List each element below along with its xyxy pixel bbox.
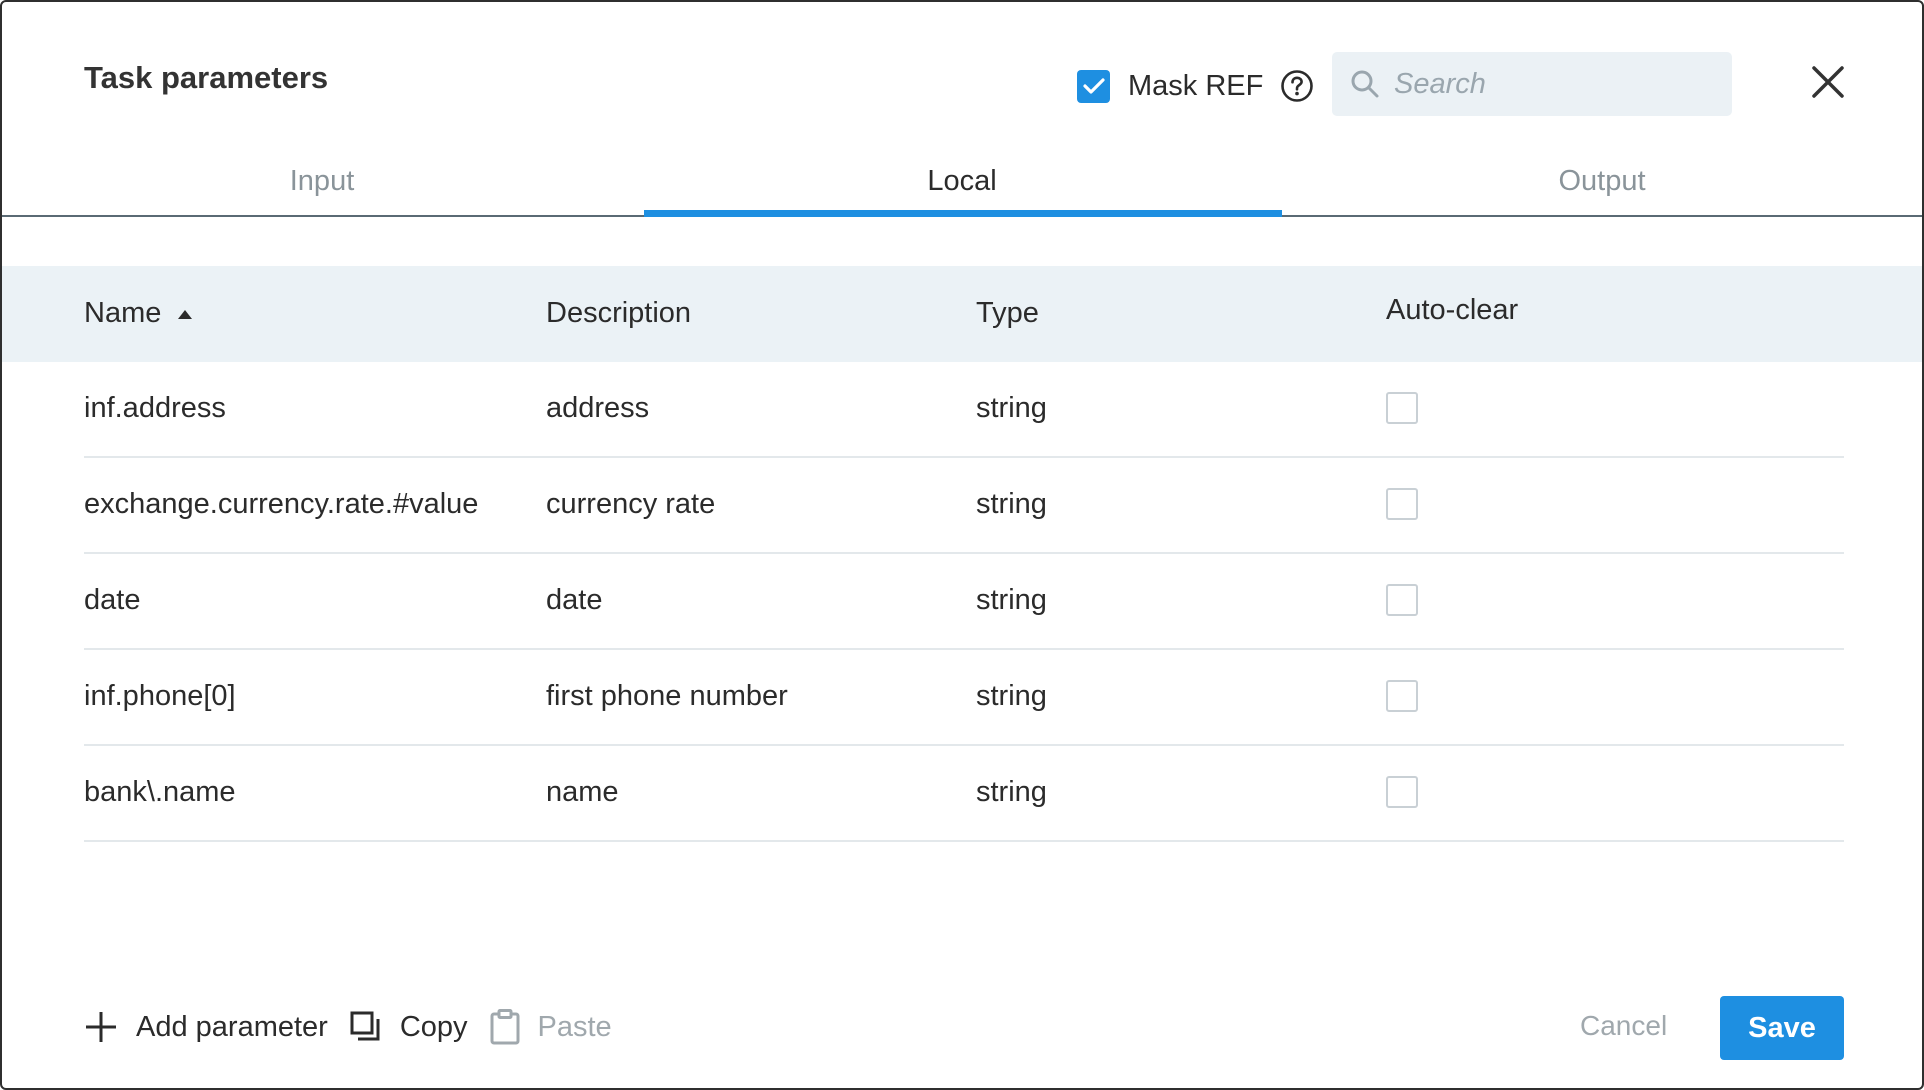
param-name: bank\.name bbox=[84, 776, 236, 808]
checkmark-icon bbox=[1082, 78, 1105, 94]
auto-clear-checkbox[interactable] bbox=[1386, 776, 1418, 808]
save-button[interactable]: Save bbox=[1720, 996, 1844, 1060]
param-description: address bbox=[546, 392, 650, 424]
column-header-name[interactable]: Name bbox=[84, 297, 193, 330]
param-description: date bbox=[546, 584, 603, 616]
add-parameter-label: Add parameter bbox=[136, 1010, 328, 1043]
auto-clear-checkbox[interactable] bbox=[1386, 392, 1418, 424]
tab-output[interactable]: Output bbox=[1282, 147, 1922, 215]
auto-clear-checkbox[interactable] bbox=[1386, 680, 1418, 712]
param-type: string bbox=[976, 776, 1047, 808]
sort-ascending-icon bbox=[178, 310, 193, 320]
help-circle-icon[interactable] bbox=[1280, 69, 1314, 103]
tab-input[interactable]: Input bbox=[2, 147, 642, 215]
table-row: exchange.currency.rate.#value currency r… bbox=[84, 458, 1844, 554]
plus-icon bbox=[86, 1012, 116, 1042]
table-row: bank\.name name string bbox=[84, 746, 1844, 842]
search-icon bbox=[1351, 70, 1379, 98]
clipboard-icon bbox=[490, 1009, 520, 1045]
param-description: currency rate bbox=[546, 488, 716, 520]
mask-ref-control: Mask REF bbox=[1077, 66, 1314, 106]
column-header-description: Description bbox=[546, 297, 692, 329]
tab-bar: Input Local Output bbox=[2, 147, 1922, 217]
column-header-auto-clear: Auto-clear bbox=[1386, 294, 1519, 326]
auto-clear-checkbox[interactable] bbox=[1386, 584, 1418, 616]
table-row: inf.address address string bbox=[84, 362, 1844, 458]
param-name: inf.address bbox=[84, 392, 226, 424]
column-header-type: Type bbox=[976, 297, 1039, 329]
auto-clear-checkbox[interactable] bbox=[1386, 488, 1418, 520]
cancel-button[interactable]: Cancel bbox=[1580, 1010, 1667, 1042]
param-name: inf.phone[0] bbox=[84, 680, 236, 712]
tab-local[interactable]: Local bbox=[642, 147, 1282, 217]
param-type: string bbox=[976, 680, 1047, 712]
param-name: date bbox=[84, 584, 141, 616]
mask-ref-label: Mask REF bbox=[1128, 69, 1264, 102]
column-header-name-label: Name bbox=[84, 297, 162, 329]
search-input[interactable] bbox=[1394, 67, 1714, 101]
search-box bbox=[1332, 52, 1732, 116]
param-description: first phone number bbox=[546, 680, 788, 712]
param-type: string bbox=[976, 488, 1047, 520]
paste-button[interactable]: Paste bbox=[490, 1009, 612, 1045]
dialog-title: Task parameters bbox=[84, 60, 329, 95]
paste-label: Paste bbox=[537, 1010, 612, 1043]
add-parameter-button[interactable]: Add parameter bbox=[84, 1010, 328, 1044]
param-name: exchange.currency.rate.#value bbox=[84, 488, 479, 520]
param-description: name bbox=[546, 776, 619, 808]
copy-icon bbox=[350, 1011, 380, 1041]
param-type: string bbox=[976, 392, 1047, 424]
footer-actions: Add parameter Copy Paste bbox=[84, 1005, 634, 1049]
task-parameters-dialog: Task parameters Mask REF Input Local Out… bbox=[0, 0, 1924, 1090]
copy-label: Copy bbox=[399, 1010, 468, 1043]
close-icon[interactable] bbox=[1810, 64, 1846, 100]
mask-ref-checkbox[interactable] bbox=[1077, 69, 1110, 103]
copy-button[interactable]: Copy bbox=[350, 1011, 468, 1044]
table-header: Name Description Type Auto-clear bbox=[2, 266, 1922, 362]
table-row: date date string bbox=[84, 554, 1844, 650]
param-type: string bbox=[976, 584, 1047, 616]
table-row: inf.phone[0] first phone number string bbox=[84, 650, 1844, 746]
